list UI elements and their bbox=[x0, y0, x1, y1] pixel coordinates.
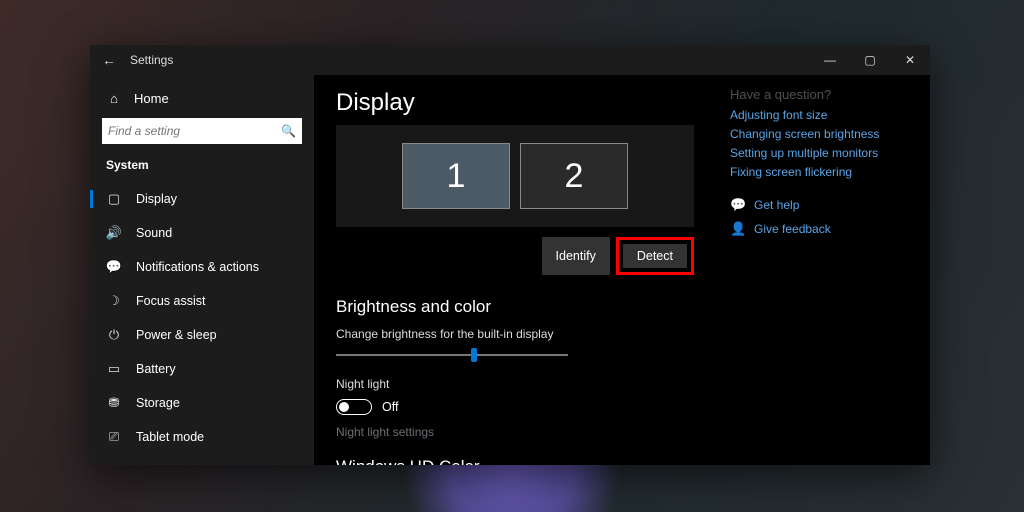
monitor-2[interactable]: 2 bbox=[520, 143, 628, 209]
right-panel: Have a question? Adjusting font size Cha… bbox=[730, 87, 930, 237]
search-box[interactable]: 🔍 bbox=[102, 118, 302, 144]
question-heading: Have a question? bbox=[730, 87, 914, 102]
window-controls: — ▢ ✕ bbox=[810, 45, 930, 75]
sound-icon: 🔊 bbox=[106, 225, 122, 241]
monitor-arrangement[interactable]: 1 2 bbox=[336, 125, 694, 227]
help-link-brightness[interactable]: Changing screen brightness bbox=[730, 127, 914, 141]
nightlight-toggle[interactable] bbox=[336, 399, 372, 415]
nightlight-settings-link[interactable]: Night light settings bbox=[336, 425, 908, 439]
help-icon: 💬 bbox=[730, 197, 744, 213]
sidebar-item-label: Notifications & actions bbox=[136, 260, 259, 274]
focus-assist-icon: ☽ bbox=[106, 293, 122, 309]
get-help[interactable]: 💬 Get help bbox=[730, 197, 914, 213]
brightness-heading: Brightness and color bbox=[336, 297, 908, 317]
toggle-knob bbox=[339, 402, 349, 412]
help-link-font-size[interactable]: Adjusting font size bbox=[730, 108, 914, 122]
sidebar-item-battery[interactable]: ▭ Battery bbox=[90, 352, 314, 386]
sidebar-item-storage[interactable]: ⛃ Storage bbox=[90, 386, 314, 420]
sidebar-item-label: Power & sleep bbox=[136, 328, 217, 342]
sidebar-item-label: Battery bbox=[136, 362, 176, 376]
maximize-button[interactable]: ▢ bbox=[850, 45, 890, 75]
sidebar-home[interactable]: ⌂ Home bbox=[90, 85, 314, 118]
brightness-slider[interactable] bbox=[336, 345, 568, 365]
slider-track bbox=[336, 354, 568, 356]
sidebar-item-sound[interactable]: 🔊 Sound bbox=[90, 216, 314, 250]
search-input[interactable] bbox=[108, 124, 281, 138]
main-content: Display 1 2 Identify Detect Brightness a… bbox=[314, 75, 930, 465]
monitor-buttons: Identify Detect bbox=[336, 237, 694, 275]
sidebar-item-label: Focus assist bbox=[136, 294, 205, 308]
give-feedback[interactable]: 👤 Give feedback bbox=[730, 221, 914, 237]
sidebar-item-tablet-mode[interactable]: ⎚ Tablet mode bbox=[90, 420, 314, 454]
nightlight-toggle-row[interactable]: Off bbox=[336, 399, 908, 415]
sidebar: ⌂ Home 🔍 System ▢ Display 🔊 Sound 💬 bbox=[90, 75, 314, 465]
give-feedback-label: Give feedback bbox=[754, 222, 831, 236]
sidebar-section-label: System bbox=[90, 158, 314, 182]
tablet-icon: ⎚ bbox=[106, 429, 122, 445]
windows-hd-color-heading: Windows HD Color bbox=[336, 457, 908, 465]
power-icon: ⏻ bbox=[106, 327, 122, 343]
sidebar-home-label: Home bbox=[134, 91, 169, 106]
nightlight-label: Night light bbox=[336, 377, 908, 391]
detect-highlight: Detect bbox=[616, 237, 694, 275]
sidebar-item-power-sleep[interactable]: ⏻ Power & sleep bbox=[90, 318, 314, 352]
minimize-button[interactable]: — bbox=[810, 45, 850, 75]
sidebar-item-notifications[interactable]: 💬 Notifications & actions bbox=[90, 250, 314, 284]
storage-icon: ⛃ bbox=[106, 395, 122, 411]
brightness-subtext: Change brightness for the built-in displ… bbox=[336, 327, 908, 341]
search-icon: 🔍 bbox=[281, 124, 296, 138]
feedback-icon: 👤 bbox=[730, 221, 744, 237]
titlebar: ← Settings — ▢ ✕ bbox=[90, 45, 930, 75]
help-link-flickering[interactable]: Fixing screen flickering bbox=[730, 165, 914, 179]
display-icon: ▢ bbox=[106, 191, 122, 207]
identify-button[interactable]: Identify bbox=[542, 237, 610, 275]
back-icon[interactable]: ← bbox=[102, 52, 116, 68]
notifications-icon: 💬 bbox=[106, 259, 122, 275]
home-icon: ⌂ bbox=[106, 91, 122, 106]
close-button[interactable]: ✕ bbox=[890, 45, 930, 75]
sidebar-item-label: Tablet mode bbox=[136, 430, 204, 444]
sidebar-item-focus-assist[interactable]: ☽ Focus assist bbox=[90, 284, 314, 318]
slider-thumb[interactable] bbox=[471, 348, 477, 362]
help-link-multiple-monitors[interactable]: Setting up multiple monitors bbox=[730, 146, 914, 160]
sidebar-nav: ▢ Display 🔊 Sound 💬 Notifications & acti… bbox=[90, 182, 314, 454]
nightlight-state: Off bbox=[382, 400, 398, 414]
battery-icon: ▭ bbox=[106, 361, 122, 377]
sidebar-item-display[interactable]: ▢ Display bbox=[90, 182, 314, 216]
get-help-label: Get help bbox=[754, 198, 799, 212]
detect-button[interactable]: Detect bbox=[623, 244, 687, 268]
settings-window: ← Settings — ▢ ✕ ⌂ Home 🔍 System ▢ Displ bbox=[90, 45, 930, 465]
sidebar-item-label: Storage bbox=[136, 396, 180, 410]
sidebar-item-label: Display bbox=[136, 192, 177, 206]
sidebar-item-label: Sound bbox=[136, 226, 172, 240]
app-title: Settings bbox=[130, 53, 173, 67]
monitor-1[interactable]: 1 bbox=[402, 143, 510, 209]
